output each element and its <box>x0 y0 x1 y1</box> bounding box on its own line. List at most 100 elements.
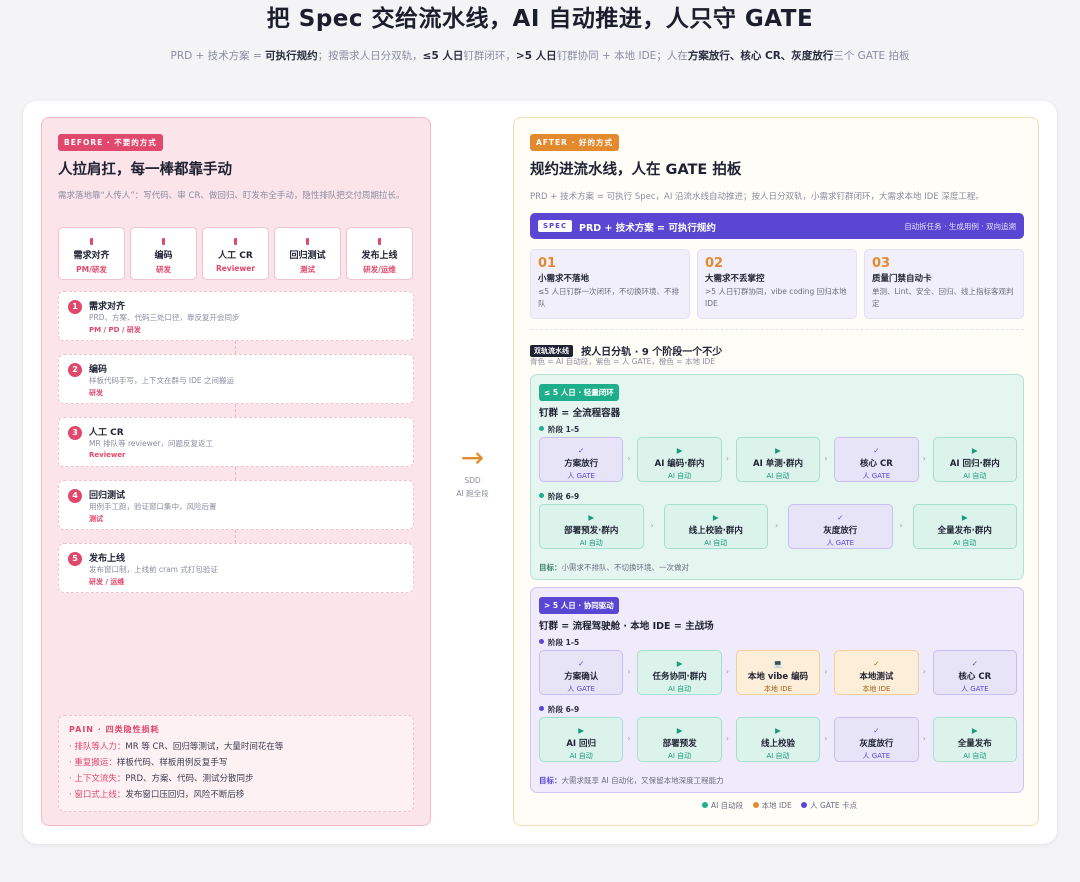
row-desc: MR 排队等 reviewer，问题反复返工 <box>89 439 213 448</box>
row-connector <box>235 467 236 480</box>
before-tag: BEFORE · 不要的方式 <box>58 134 163 151</box>
pain-key: · 排队等人力： <box>69 742 126 752</box>
row-title: 回归测试 <box>89 491 126 501</box>
node-title: 本地 vibe 编码 <box>747 672 809 682</box>
arrow-right-icon: → <box>460 441 485 474</box>
row-role: 研发 / 运维 <box>89 578 125 586</box>
after-point-card: 02 大需求不丢掌控 >5 人日钉群协同，vibe coding 回归本地 IDE <box>697 249 857 319</box>
pipeline-node: ✓ 本地测试 本地 IDE <box>834 650 919 695</box>
chevron-right-icon: › <box>824 454 828 463</box>
check-icon: ✓ <box>578 659 585 668</box>
row-number: 1 <box>68 300 82 314</box>
step-marker-icon <box>378 238 381 245</box>
pipeline-node: ▶ 全量发布·群内 AI 自动 <box>912 504 1017 549</box>
node-kind: AI 自动 <box>668 752 692 760</box>
point-title: 小需求不落地 <box>538 274 590 284</box>
chevron-right-icon: › <box>922 667 926 676</box>
pain-item: · 上下文流失：PRD、方案、代码、测试分散同步 <box>69 771 403 787</box>
pain-key: · 重复搬运： <box>69 758 117 768</box>
step-role: 测试 <box>300 265 315 274</box>
pipeline-node: ▶ AI 编码·群内 AI 自动 <box>637 437 722 482</box>
step-title: 回归测试 <box>289 251 326 261</box>
check-icon: ✓ <box>971 659 978 668</box>
before-row: 3 人工 CR MR 排队等 reviewer，问题反复返工 Reviewer <box>58 417 414 467</box>
page-title: 把 Spec 交给流水线，AI 自动推进，人只守 GATE <box>266 6 814 32</box>
play-icon: ▶ <box>676 726 683 735</box>
step-marker-icon <box>306 238 309 245</box>
play-icon: ▶ <box>961 513 968 522</box>
check-icon: ✓ <box>837 513 844 522</box>
chevron-right-icon: › <box>922 734 926 743</box>
node-title: 核心 CR <box>860 459 893 469</box>
after-point-card: 03 质量门禁自动卡 单测、Lint、安全、回归、线上指标客观判定 <box>864 249 1024 319</box>
arrow-label-1: SDD <box>464 476 481 485</box>
node-kind: 人 GATE <box>960 685 989 693</box>
row-role: 测试 <box>89 515 103 523</box>
lane-light: ≤ 5 人日 · 轻量闭环 钉群 = 全流程容器 阶段 1-5 ✓ 方案放行人 G… <box>530 374 1024 580</box>
pipeline-node: ✓ 方案确认人 GATE <box>539 650 624 695</box>
after-point-card: 01 小需求不落地 ≤5 人日钉群一次闭环，不切换环境、不排队 <box>530 249 690 319</box>
check-icon: ✓ <box>873 446 880 455</box>
node-title: 方案放行 <box>564 459 599 469</box>
play-icon: ▶ <box>971 446 978 455</box>
node-kind: AI 自动 <box>953 539 977 547</box>
pain-text: MR 等 CR、回归等测试，大量时间花在等 <box>125 742 284 752</box>
lane2-heading: 钉群 = 流程驾驶舱 · 本地 IDE = 主战场 <box>539 621 714 632</box>
node-kind: 人 GATE <box>862 752 891 760</box>
step-marker-icon <box>234 238 237 245</box>
row-role: 研发 <box>89 389 103 397</box>
node-kind: AI 自动 <box>579 539 603 547</box>
row-number: 5 <box>68 552 82 566</box>
before-step-card: 人工 CR Reviewer <box>202 227 269 280</box>
node-title: 部署预发·群内 <box>564 526 619 536</box>
check-icon: ✓ <box>873 659 880 668</box>
pipeline-node: ▶ AI 单测·群内 AI 自动 <box>735 437 821 482</box>
row-title: 编码 <box>89 365 108 375</box>
node-kind: AI 自动 <box>569 752 593 760</box>
point-number: 02 <box>705 256 724 271</box>
pipeline-node: ▶ 任务协同·群内 AI 自动 <box>637 650 722 695</box>
pain-item: · 窗口式上线：发布窗口压回归，风险不断后移 <box>69 787 403 803</box>
lane1-tag: ≤ 5 人日 · 轻量闭环 <box>539 384 619 401</box>
pain-key: · 窗口式上线： <box>69 790 126 800</box>
row-desc: 用例手工跑，验证窗口集中，风险后置 <box>89 502 217 511</box>
pipeline-node: ▶ AI 回归·群内 AI 自动 <box>932 437 1017 482</box>
play-icon: ▶ <box>775 446 781 455</box>
check-icon: ✓ <box>873 726 880 735</box>
spec-bar: SPEC PRD + 技术方案 = 可执行规约 自动拆任务 · 生成用例 · 双… <box>530 213 1024 239</box>
node-kind: AI 自动 <box>766 472 790 480</box>
chevron-right-icon: › <box>775 521 779 530</box>
node-kind: 人 GATE <box>826 539 855 547</box>
node-kind: AI 自动 <box>668 685 692 693</box>
chevron-right-icon: › <box>922 454 926 463</box>
node-title: AI 回归·群内 <box>949 459 1000 469</box>
row-role: Reviewer <box>89 451 126 459</box>
chevron-right-icon: › <box>650 521 654 530</box>
node-kind: 人 GATE <box>567 472 595 480</box>
step-title: 人工 CR <box>218 251 253 261</box>
pipeline-node: ▶ 部署预发 AI 自动 <box>637 717 722 762</box>
row-number: 4 <box>68 489 82 503</box>
spec-tag: SPEC <box>538 220 573 232</box>
lane1-goal: 目标：小需求不排队、不切换环境、一次做对 <box>539 563 689 572</box>
pipeline-node: ▶ 线上校验 AI 自动 <box>735 717 821 762</box>
row-number: 2 <box>68 363 82 377</box>
legend-ai-dot <box>701 802 708 808</box>
pipeline-node: ▶ 部署预发·群内 AI 自动 <box>539 504 644 549</box>
node-title: 任务协同·群内 <box>652 672 707 682</box>
row-number: 3 <box>68 426 82 440</box>
node-title: 全量发布·群内 <box>937 526 992 536</box>
spec-note: 自动拆任务 · 生成用例 · 双向追溯 <box>904 222 1016 231</box>
pipeline-node: ✓ 方案放行人 GATE <box>539 437 624 482</box>
step-marker-icon <box>162 238 165 245</box>
pain-text: 发布窗口压回归，风险不断后移 <box>125 790 245 800</box>
node-title: 灰度放行 <box>823 526 858 536</box>
chevron-right-icon: › <box>627 734 631 743</box>
node-title: AI 单测·群内 <box>753 459 803 469</box>
legend-ide-dot <box>752 802 759 808</box>
row-title: 人工 CR <box>89 428 124 438</box>
laptop-icon: 💻 <box>773 659 783 668</box>
chevron-right-icon: › <box>824 667 828 676</box>
legend-gate-dot <box>801 802 808 808</box>
row-title: 发布上线 <box>89 554 126 564</box>
